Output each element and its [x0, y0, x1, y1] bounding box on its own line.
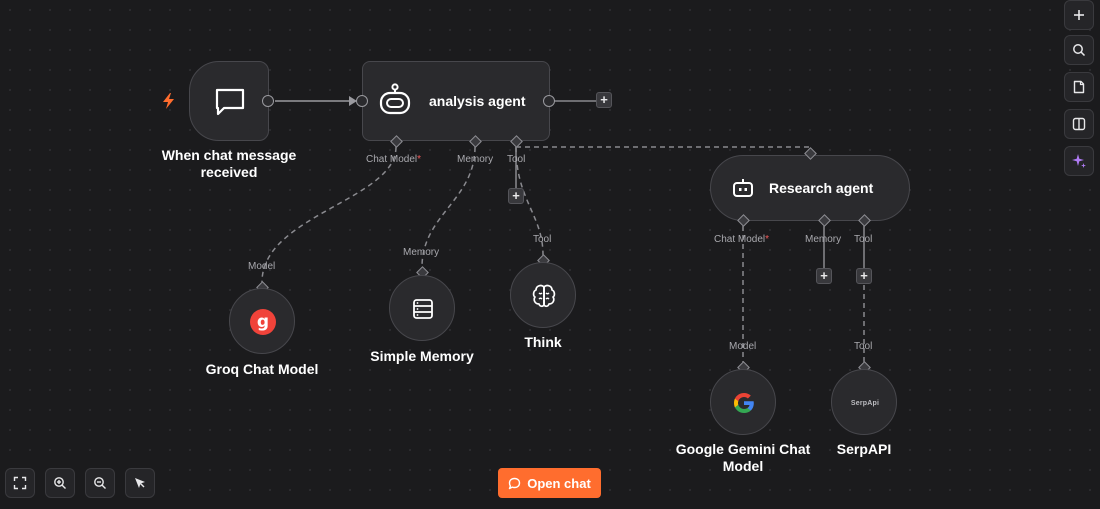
serpapi-logo-text: SerpApi [850, 399, 880, 407]
groq-port-label: Model [248, 261, 276, 272]
search-icon [1072, 43, 1086, 57]
analysis-memory-label: Memory [457, 154, 494, 165]
serpapi-node[interactable]: SerpApi [831, 369, 897, 435]
robot-icon [377, 82, 413, 118]
plus-icon [1072, 8, 1086, 22]
analysis-agent-output-handle[interactable] [543, 95, 555, 107]
add-node-button[interactable] [1064, 0, 1094, 30]
chat-bubble-icon [508, 477, 521, 490]
groq-node-label: Groq Chat Model [205, 361, 319, 377]
gemini-port-label: Model [729, 341, 757, 352]
research-agent-title: Research agent [769, 180, 874, 196]
think-port-label: Tool [533, 234, 552, 245]
gemini-label-line1: Google Gemini Chat [675, 441, 811, 457]
analysis-agent-add-next-button[interactable]: + [596, 92, 612, 108]
trigger-output-handle[interactable] [262, 95, 274, 107]
simple-memory-node[interactable] [389, 275, 455, 341]
panel-icon [1072, 117, 1086, 131]
research-agent-node[interactable]: Research agent [710, 155, 910, 221]
trigger-bolt-icon [160, 92, 178, 110]
chat-bubble-icon [212, 86, 248, 118]
zoom-out-icon [93, 476, 107, 490]
fit-view-button[interactable] [5, 468, 35, 498]
serpapi-node-label: SerpAPI [836, 441, 892, 457]
toggle-panel-button[interactable] [1064, 109, 1094, 139]
connections-layer [261, 96, 865, 362]
fit-view-icon [13, 476, 27, 490]
think-node[interactable] [510, 262, 576, 328]
robot-icon [731, 176, 755, 200]
analysis-tool-label: Tool [507, 154, 526, 165]
brain-icon [530, 282, 558, 310]
chat-trigger-node[interactable] [189, 61, 269, 141]
think-node-label: Think [524, 334, 562, 350]
gemini-label-line2: Model [722, 458, 764, 474]
research-memory-label: Memory [805, 234, 842, 245]
tidy-up-button[interactable] [125, 468, 155, 498]
open-chat-button[interactable]: Open chat [498, 468, 601, 498]
ai-assistant-button[interactable] [1064, 146, 1094, 176]
main-connection [275, 96, 357, 106]
open-chat-label: Open chat [527, 475, 591, 491]
groq-logo-icon: g [250, 309, 276, 335]
serpapi-logo: SerpApi [840, 394, 890, 412]
google-g-icon [731, 390, 757, 416]
workflow-canvas[interactable]: When chat message received analysis agen… [0, 0, 1100, 509]
analysis-add-tool-button[interactable]: + [508, 188, 524, 204]
note-icon [1072, 80, 1086, 94]
database-icon [410, 296, 436, 322]
analysis-agent-input-handle[interactable] [356, 95, 368, 107]
zoom-in-button[interactable] [45, 468, 75, 498]
gemini-node-label: Google Gemini Chat Model [668, 441, 818, 475]
zoom-in-icon [53, 476, 67, 490]
gemini-chat-model-node[interactable] [710, 369, 776, 435]
research-tool-connection [516, 146, 811, 148]
groq-chat-model-node[interactable]: g [229, 288, 295, 354]
analysis-agent-node[interactable]: analysis agent [362, 61, 550, 141]
research-tool-label: Tool [854, 234, 873, 245]
memory-node-port-label: Memory [403, 247, 440, 258]
trigger-label-line1: When chat message [161, 147, 297, 163]
simple-memory-label: Simple Memory [370, 348, 474, 364]
trigger-label-line2: received [200, 164, 258, 180]
serpapi-port-label: Tool [854, 341, 873, 352]
pointer-icon [133, 476, 147, 490]
groq-logo-letter: g [250, 309, 276, 335]
research-add-memory-button[interactable]: + [816, 268, 832, 284]
zoom-out-button[interactable] [85, 468, 115, 498]
analysis-agent-title: analysis agent [429, 93, 526, 109]
research-chat-model-label: Chat Model* [714, 234, 770, 245]
research-add-tool-button[interactable]: + [856, 268, 872, 284]
trigger-node-label: When chat message received [148, 147, 310, 181]
search-button[interactable] [1064, 35, 1094, 65]
analysis-chat-model-label: Chat Model* [366, 154, 422, 165]
sticky-note-button[interactable] [1064, 72, 1094, 102]
sparkle-icon [1071, 153, 1087, 169]
